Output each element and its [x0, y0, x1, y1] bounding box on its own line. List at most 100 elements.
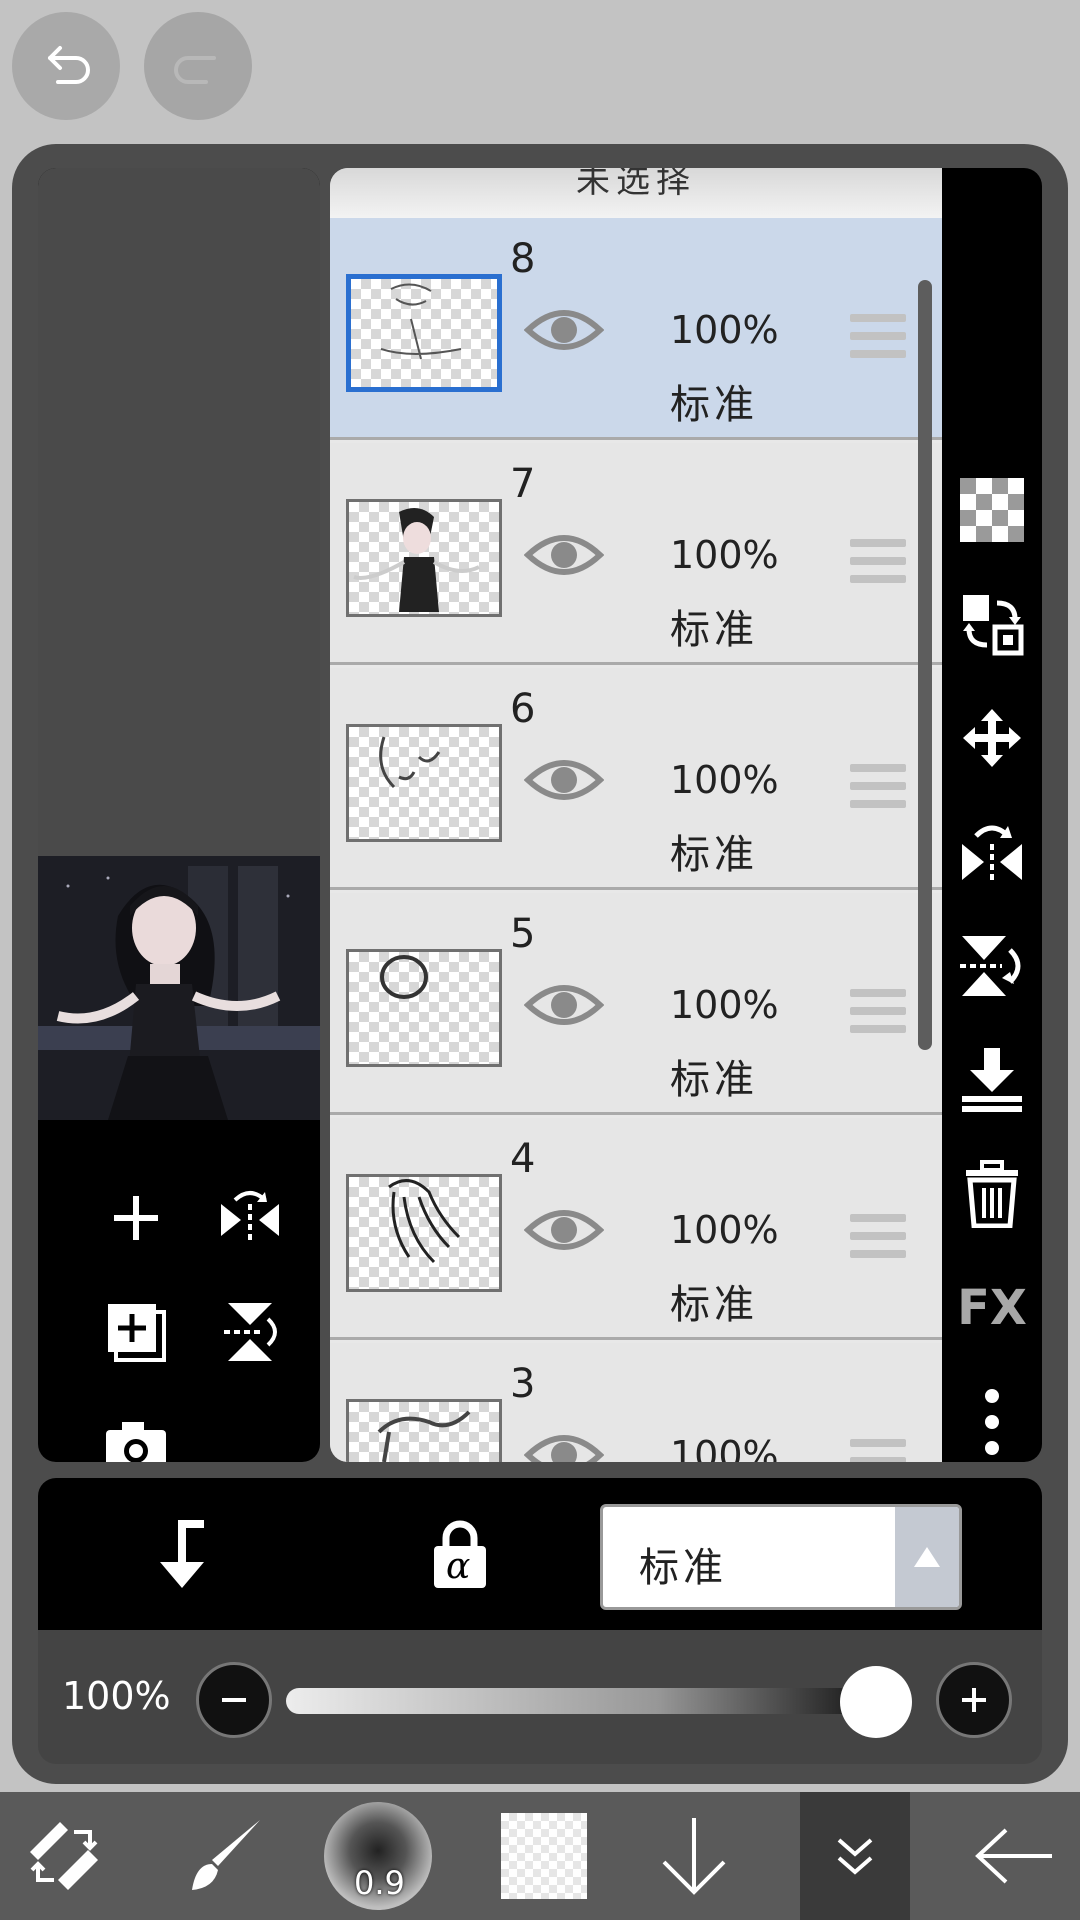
- layer-blend-mode: 标准: [670, 607, 758, 653]
- layer-number: 4: [510, 1136, 536, 1182]
- blend-mode-select[interactable]: 标准: [600, 1504, 962, 1610]
- layer-opacity: 100%: [670, 758, 779, 802]
- layer-list-header: 未选择: [330, 168, 942, 218]
- layer-thumbnail-image: [353, 508, 480, 612]
- back-button[interactable]: [950, 1792, 1078, 1920]
- layer-blend-mode: 标准: [670, 832, 758, 878]
- add-layer-box-icon: [108, 1304, 166, 1362]
- layer-thumbnail-image: [380, 955, 428, 999]
- layer-down-button[interactable]: [630, 1792, 758, 1920]
- layer-row-3[interactable]: 3 100% 标准: [330, 1343, 942, 1462]
- visibility-toggle[interactable]: [523, 529, 605, 585]
- redo-button[interactable]: [144, 12, 252, 120]
- layer-number: 6: [510, 686, 536, 732]
- brush-size-button[interactable]: 0.9: [318, 1792, 438, 1920]
- layer-thumbnail-image: [379, 736, 441, 789]
- opacity-decrease-button[interactable]: [196, 1662, 272, 1738]
- layer-opacity: 100%: [670, 308, 779, 352]
- flip-canvas-horizontal-button[interactable]: [208, 1176, 292, 1260]
- brush-tool-button[interactable]: [160, 1792, 288, 1920]
- clipping-arrow-icon: [160, 1520, 204, 1588]
- eye-icon: [523, 1435, 605, 1462]
- layer-thumbnail: [346, 1174, 502, 1292]
- eye-icon: [523, 310, 605, 350]
- visibility-toggle[interactable]: [523, 754, 605, 810]
- transform-eraser-icon: [30, 1822, 98, 1890]
- redo-icon: [174, 56, 216, 84]
- undo-button[interactable]: [12, 12, 120, 120]
- fx-button[interactable]: FX: [956, 1272, 1028, 1344]
- brush-icon: [192, 1820, 260, 1890]
- clipping-button[interactable]: [142, 1512, 226, 1596]
- eye-icon: [523, 1210, 605, 1250]
- merge-down-icon: [962, 1048, 1022, 1112]
- layer-row-8[interactable]: 8 100% 标准: [330, 218, 942, 440]
- move-layer-button[interactable]: [956, 702, 1028, 774]
- brush-size-value: 0.9: [354, 1864, 405, 1902]
- drag-handle-icon[interactable]: [850, 539, 906, 593]
- layer-row-5[interactable]: 5 100% 标准: [330, 893, 942, 1115]
- layer-thumbnail: [346, 1399, 502, 1462]
- eye-icon: [523, 760, 605, 800]
- canvas-preview[interactable]: [38, 856, 320, 1120]
- flip-layer-vertical-button[interactable]: [956, 930, 1028, 1002]
- layer-tools-column: FX: [942, 168, 1042, 1462]
- add-layer-button[interactable]: [94, 1176, 178, 1260]
- visibility-toggle[interactable]: [523, 1204, 605, 1260]
- trash-icon: [966, 1160, 1018, 1228]
- flip-vertical-icon: [224, 1303, 277, 1361]
- visibility-toggle[interactable]: [523, 304, 605, 360]
- delete-layer-button[interactable]: [956, 1158, 1028, 1230]
- add-layer-copy-button[interactable]: [94, 1290, 178, 1374]
- drag-handle-icon[interactable]: [850, 314, 906, 368]
- move-icon: [963, 709, 1021, 767]
- flip-vertical-icon: [960, 936, 1021, 996]
- visibility-toggle[interactable]: [523, 1429, 605, 1462]
- color-button[interactable]: [480, 1792, 608, 1920]
- arrow-down-icon: [662, 1818, 726, 1895]
- tool-switch-button[interactable]: [0, 1792, 128, 1920]
- layer-thumbnail-image: [380, 283, 462, 360]
- fx-icon: FX: [957, 1280, 1027, 1336]
- chevron-double-down-icon: [837, 1838, 873, 1875]
- drag-handle-icon[interactable]: [850, 989, 906, 1043]
- eye-icon: [523, 535, 605, 575]
- swap-layer-button[interactable]: [956, 588, 1028, 660]
- blend-mode-dropdown-arrow[interactable]: [895, 1507, 959, 1607]
- back-arrow-icon: [975, 1828, 1052, 1884]
- layer-opacity: 100%: [670, 533, 779, 577]
- opacity-bar: 100%: [38, 1630, 1042, 1764]
- minus-icon: [222, 1698, 246, 1702]
- more-options-button[interactable]: [956, 1386, 1028, 1458]
- preview-artwork-image: [38, 856, 320, 1120]
- opacity-increase-button[interactable]: [936, 1662, 1012, 1738]
- flip-canvas-vertical-button[interactable]: [208, 1290, 292, 1374]
- drag-handle-icon[interactable]: [850, 764, 906, 818]
- layer-number: 7: [510, 461, 536, 507]
- layer-list-scrollbar[interactable]: [918, 280, 932, 1050]
- drag-handle-icon[interactable]: [850, 1439, 906, 1462]
- layer-thumbnail-image: [388, 1179, 461, 1264]
- alpha-lock-button[interactable]: α: [418, 1512, 502, 1596]
- layer-thumbnail: [346, 949, 502, 1067]
- layer-list[interactable]: 未选择 8 100% 标准 7 100% 标准 6 100% 标准 5 100%…: [330, 168, 942, 1462]
- opacity-slider-track[interactable]: [286, 1688, 906, 1714]
- opacity-slider-thumb[interactable]: [840, 1666, 912, 1738]
- left-column: [38, 168, 320, 1462]
- layer-row-4[interactable]: 4 100% 标准: [330, 1118, 942, 1340]
- camera-import-button[interactable]: [94, 1404, 178, 1462]
- layer-opacity: 100%: [670, 1208, 779, 1252]
- undo-icon: [48, 46, 90, 84]
- layer-number: 5: [510, 911, 536, 957]
- collapse-panel-button[interactable]: [800, 1792, 910, 1920]
- flip-layer-horizontal-button[interactable]: [956, 816, 1028, 888]
- eye-icon: [523, 985, 605, 1025]
- visibility-toggle[interactable]: [523, 979, 605, 1035]
- merge-down-button[interactable]: [956, 1044, 1028, 1116]
- transparency-button[interactable]: [956, 474, 1028, 546]
- drag-handle-icon[interactable]: [850, 1214, 906, 1268]
- layer-row-6[interactable]: 6 100% 标准: [330, 668, 942, 890]
- opacity-value-label: 100%: [62, 1674, 171, 1718]
- layer-row-7[interactable]: 7 100% 标准: [330, 443, 942, 665]
- blend-bar: α 标准: [38, 1478, 1042, 1630]
